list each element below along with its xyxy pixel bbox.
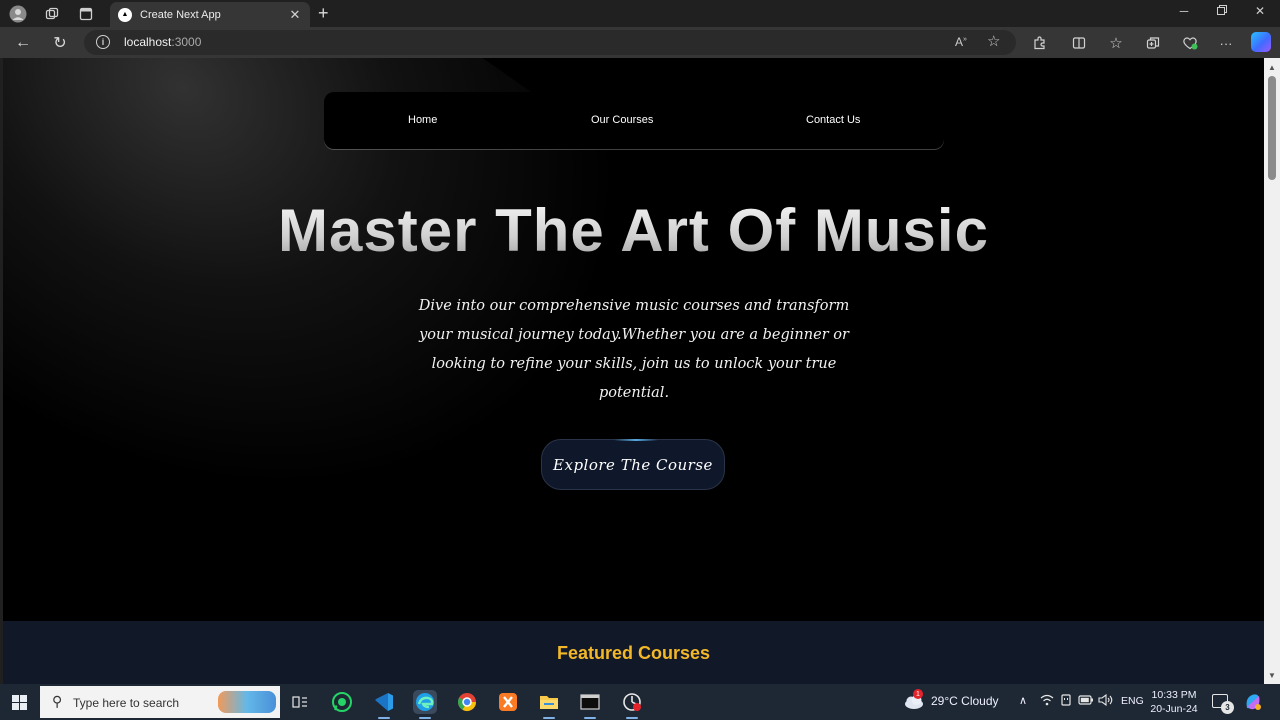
more-icon[interactable]: ··· bbox=[1216, 33, 1236, 53]
taskbar-search-box[interactable]: ⚲ Type here to search bbox=[40, 686, 280, 718]
taskbar-search-placeholder: Type here to search bbox=[73, 696, 180, 710]
nextjs-favicon-icon: ▲ bbox=[118, 7, 132, 22]
nav-link-home[interactable]: Home bbox=[408, 114, 437, 126]
weather-alert-badge: 1 bbox=[913, 689, 923, 699]
search-icon: ⚲ bbox=[52, 693, 63, 709]
volume-icon[interactable] bbox=[1098, 693, 1114, 709]
favorite-star-icon[interactable]: ☆ bbox=[987, 32, 1000, 50]
search-highlight-image bbox=[218, 691, 276, 713]
recorder-running-indicator bbox=[626, 717, 638, 719]
nav-link-contact-us[interactable]: Contact Us bbox=[806, 114, 860, 126]
windows-start-icon[interactable] bbox=[12, 695, 27, 710]
new-tab-button[interactable]: + bbox=[318, 3, 329, 23]
clock-time: 10:33 PM bbox=[1151, 689, 1197, 701]
refresh-icon[interactable]: ↻ bbox=[49, 32, 71, 54]
page-scrollbar[interactable]: ▲ ▼ bbox=[1264, 58, 1280, 684]
main-nav: Home Our Courses Contact Us bbox=[324, 92, 944, 149]
weather-text[interactable]: 29°C Cloudy bbox=[931, 694, 999, 708]
extensions-icon[interactable] bbox=[1030, 33, 1050, 53]
windows-taskbar: ⚲ Type here to search 1 29°C Cloudy ∧ EN… bbox=[0, 684, 1280, 720]
hero-subtitle: Dive into our comprehensive music course… bbox=[418, 298, 850, 401]
file-explorer-icon[interactable] bbox=[537, 690, 561, 719]
browser-tab-bar: ▲ Create Next App ✕ + ─ ✕ bbox=[0, 0, 1280, 27]
chrome-icon[interactable] bbox=[455, 690, 479, 714]
usb-device-icon[interactable] bbox=[1059, 694, 1073, 709]
whatsapp-icon[interactable] bbox=[330, 690, 354, 714]
featured-courses-section: Featured Courses bbox=[3, 621, 1264, 684]
input-language[interactable]: ENG bbox=[1121, 695, 1144, 707]
back-arrow-icon[interactable]: ← bbox=[12, 32, 34, 54]
profile-avatar-icon[interactable] bbox=[8, 4, 28, 24]
tab-actions-icon[interactable] bbox=[76, 4, 96, 24]
tab-active[interactable]: ▲ Create Next App ✕ bbox=[110, 2, 310, 27]
network-icon[interactable] bbox=[1040, 694, 1054, 709]
close-window-button[interactable]: ✕ bbox=[1248, 4, 1272, 18]
read-aloud-icon[interactable]: A» bbox=[955, 35, 967, 49]
close-tab-icon[interactable]: ✕ bbox=[288, 7, 302, 23]
address-bar[interactable]: i localhost:3000 A» ☆ bbox=[84, 30, 1016, 55]
notifications-count: 3 bbox=[1221, 701, 1234, 714]
vscode-icon[interactable] bbox=[372, 690, 396, 719]
edge-running-indicator bbox=[419, 717, 431, 719]
scrollbar-thumb[interactable] bbox=[1268, 76, 1276, 180]
minimize-window-button[interactable]: ─ bbox=[1172, 4, 1196, 18]
vscode-running-indicator bbox=[378, 717, 390, 719]
nav-link-our-courses[interactable]: Our Courses bbox=[591, 114, 653, 126]
browser-toolbar: ← ↻ i localhost:3000 A» ☆ ☆ ··· bbox=[0, 27, 1280, 58]
xampp-icon[interactable] bbox=[496, 690, 520, 714]
screen-recorder-icon[interactable] bbox=[620, 690, 644, 719]
clock-date: 20-Jun-24 bbox=[1150, 703, 1198, 715]
tab-title: Create Next App bbox=[140, 8, 221, 21]
split-screen-icon[interactable] bbox=[1069, 33, 1089, 53]
copilot-icon[interactable] bbox=[1251, 32, 1271, 52]
explorer-running-indicator bbox=[543, 717, 555, 719]
terminal-icon[interactable] bbox=[578, 690, 602, 719]
terminal-running-indicator bbox=[584, 717, 596, 719]
collections-icon[interactable] bbox=[1143, 33, 1163, 53]
scroll-down-arrow-icon[interactable]: ▼ bbox=[1264, 668, 1280, 682]
info-icon[interactable]: i bbox=[96, 35, 110, 49]
page-viewport: Home Our Courses Contact Us Master The A… bbox=[3, 58, 1264, 684]
task-view-icon[interactable] bbox=[288, 690, 312, 714]
scroll-up-arrow-icon[interactable]: ▲ bbox=[1264, 60, 1280, 74]
show-hidden-icons-icon[interactable]: ∧ bbox=[1019, 694, 1027, 707]
taskbar-clock[interactable]: 10:33 PM 20-Jun-24 bbox=[1146, 688, 1202, 716]
explore-course-button[interactable]: Explore The Course bbox=[541, 439, 725, 490]
workspaces-icon[interactable] bbox=[42, 4, 62, 24]
maximize-window-button[interactable] bbox=[1210, 4, 1234, 18]
favorites-icon[interactable]: ☆ bbox=[1106, 33, 1126, 53]
browser-essentials-icon[interactable] bbox=[1180, 33, 1200, 53]
hero-title: Master The Art Of Music bbox=[3, 196, 1264, 265]
copilot-taskbar-icon[interactable] bbox=[1241, 690, 1265, 714]
featured-courses-title: Featured Courses bbox=[556, 643, 711, 663]
edge-icon[interactable] bbox=[413, 690, 437, 719]
address-url[interactable]: localhost:3000 bbox=[124, 35, 201, 49]
battery-icon[interactable] bbox=[1078, 694, 1094, 709]
